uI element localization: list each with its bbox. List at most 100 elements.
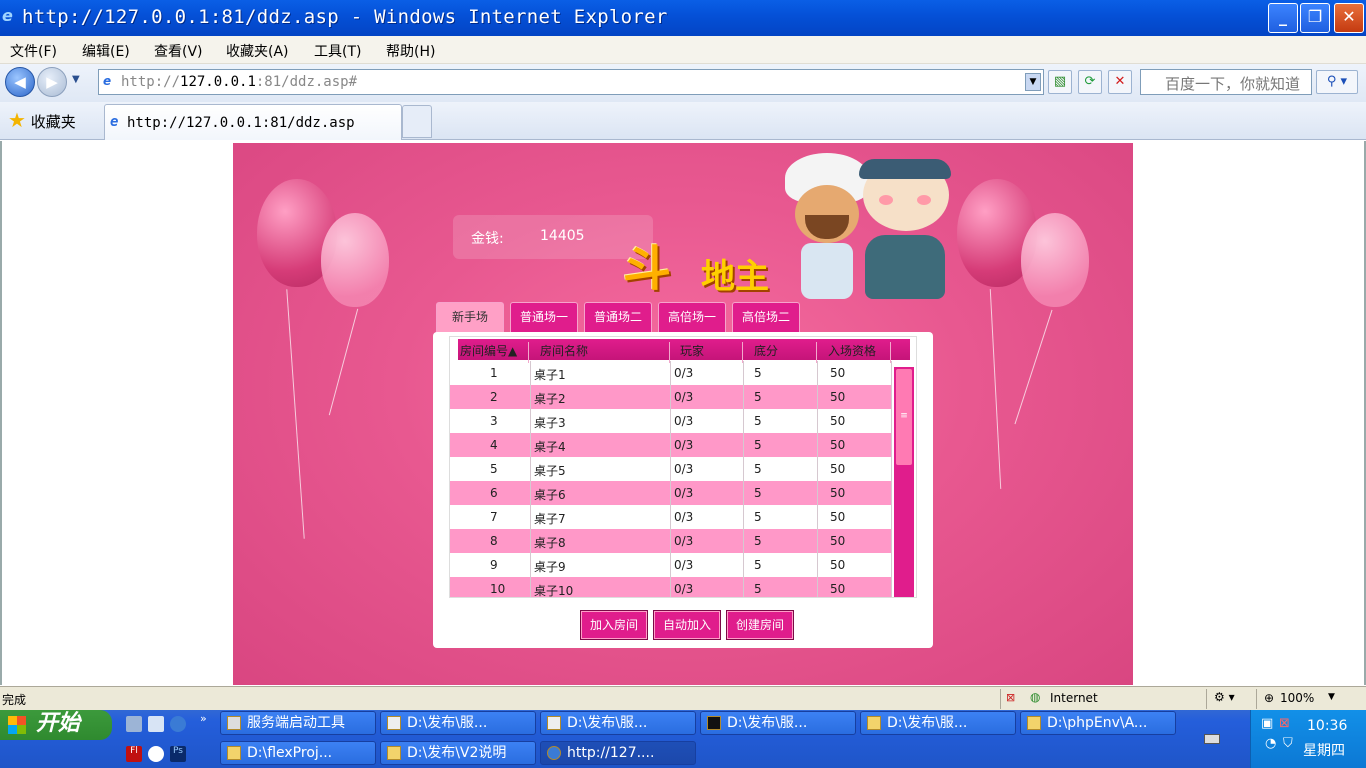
maximize-button[interactable]: ❐ xyxy=(1300,3,1330,33)
table-row[interactable]: 5 桌子5 0/3 5 50 xyxy=(450,457,892,481)
protected-mode-icon[interactable]: ⚙ ▾ xyxy=(1214,690,1235,704)
table-cell: 0/3 xyxy=(674,534,694,548)
forward-button[interactable]: ▶ xyxy=(37,67,67,97)
menu-favorites[interactable]: 收藏夹(A) xyxy=(226,41,289,61)
table-row[interactable]: 8 桌子8 0/3 5 50 xyxy=(450,529,892,553)
col-room-id[interactable]: 房间编号▲ xyxy=(460,342,517,359)
network-alert-icon[interactable]: ⊠ xyxy=(1279,716,1290,731)
tab-title: http://127.0.0.1:81/ddz.asp xyxy=(127,115,355,131)
start-label: 开始 xyxy=(36,711,81,736)
search-input[interactable]: 百度一下，你就知道 xyxy=(1140,69,1312,95)
app-icon[interactable] xyxy=(148,746,164,762)
taskbar-item[interactable]: D:\发布\服... xyxy=(700,711,856,735)
photoshop-icon[interactable]: Ps xyxy=(170,746,186,762)
table-row[interactable]: 4 桌子4 0/3 5 50 xyxy=(450,433,892,457)
table-cell: 桌子2 xyxy=(534,392,566,406)
table-cell: 桌子5 xyxy=(534,464,566,478)
blocked-icon[interactable]: ⊠ xyxy=(1006,691,1015,704)
tab-normal-2[interactable]: 普通场二 xyxy=(584,302,652,332)
table-row[interactable]: 3 桌子3 0/3 5 50 xyxy=(450,409,892,433)
stop-icon[interactable]: ✕ xyxy=(1108,70,1132,94)
money-value: 14405 xyxy=(540,228,585,244)
balloon-string xyxy=(328,308,359,416)
refresh-icon[interactable]: ⟳ xyxy=(1078,70,1102,94)
keyboard-icon[interactable] xyxy=(1204,734,1220,744)
tab-high-1[interactable]: 高倍场一 xyxy=(658,302,726,332)
create-room-button[interactable]: 创建房间 xyxy=(726,610,794,640)
globe-icon: ◍ xyxy=(1030,690,1041,704)
desktop-quicklaunch-icon[interactable] xyxy=(126,716,142,732)
taskbar-item[interactable]: D:\phpEnv\A... xyxy=(1020,711,1176,735)
menu-file[interactable]: 文件(F) xyxy=(10,41,57,61)
menu-tools[interactable]: 工具(T) xyxy=(314,41,361,61)
taskbar-item[interactable]: D:\发布\服... xyxy=(860,711,1016,735)
ie-icon: e xyxy=(2,6,13,25)
join-room-button[interactable]: 加入房间 xyxy=(580,610,648,640)
menu-view[interactable]: 查看(V) xyxy=(154,41,203,61)
table-cell: 桌子9 xyxy=(534,560,566,574)
table-row[interactable]: 1 桌子1 0/3 5 50 xyxy=(450,361,892,385)
window-titlebar[interactable]: e http://127.0.0.1:81/ddz.asp - Windows … xyxy=(0,0,1366,36)
table-row[interactable]: 9 桌子9 0/3 5 50 xyxy=(450,553,892,577)
minimize-button[interactable]: _ xyxy=(1268,3,1298,33)
table-cell: 桌子7 xyxy=(534,512,566,526)
table-cell: 0/3 xyxy=(674,510,694,524)
compat-view-icon[interactable]: ▧ xyxy=(1048,70,1072,94)
taskbar-item[interactable]: D:\flexProj... xyxy=(220,741,376,765)
table-cell: 50 xyxy=(830,510,846,524)
taskbar-item-active[interactable]: http://127.... xyxy=(540,741,696,765)
volume-icon[interactable]: ◔ xyxy=(1265,736,1276,751)
table-cell: 5 xyxy=(490,462,498,476)
taskbar-item[interactable]: 服务端启动工具 xyxy=(220,711,376,735)
star-icon: ★ xyxy=(8,108,26,132)
tab-high-2[interactable]: 高倍场二 xyxy=(732,302,800,332)
auto-join-button[interactable]: 自动加入 xyxy=(653,610,721,640)
zoom-icon[interactable]: ⊕ xyxy=(1264,691,1274,705)
start-button[interactable]: 开始 xyxy=(0,710,112,740)
taskbar-item[interactable]: D:\发布\服... xyxy=(540,711,696,735)
table-row[interactable]: 10 桌子10 0/3 5 50 xyxy=(450,577,892,597)
ie-quicklaunch-icon[interactable] xyxy=(170,716,186,732)
zone-text: Internet xyxy=(1050,691,1098,705)
menu-edit[interactable]: 编辑(E) xyxy=(82,41,130,61)
quicklaunch-icon[interactable] xyxy=(148,716,164,732)
flash-icon[interactable]: Fl xyxy=(126,746,142,762)
game-logo: 斗 地主 xyxy=(623,211,793,301)
address-toolbar: ◀ ▶ ▼ e http://127.0.0.1:81/ddz.asp# ▼ ▧… xyxy=(0,64,1366,102)
new-tab-button[interactable] xyxy=(402,105,432,138)
taskbar-item[interactable]: D:\发布\服... xyxy=(380,711,536,735)
zoom-dropdown-icon[interactable]: ▼ xyxy=(1328,692,1335,702)
taskbar-item[interactable]: D:\发布\V2说明 xyxy=(380,741,536,765)
tab-normal-1[interactable]: 普通场一 xyxy=(510,302,578,332)
network-icon[interactable]: ▣ xyxy=(1261,716,1273,731)
zoom-level[interactable]: 100% xyxy=(1280,691,1314,705)
browser-tab[interactable]: e http://127.0.0.1:81/ddz.asp xyxy=(104,104,402,140)
clock-time[interactable]: 10:36 xyxy=(1307,718,1347,734)
table-row[interactable]: 2 桌子2 0/3 5 50 xyxy=(450,385,892,409)
grid-scrollbar[interactable]: ≡ xyxy=(894,367,914,597)
back-button[interactable]: ◀ xyxy=(5,67,35,97)
col-room-name[interactable]: 房间名称 xyxy=(540,342,588,359)
character-right xyxy=(855,151,955,303)
col-entry-req[interactable]: 入场资格 xyxy=(828,342,876,359)
close-button[interactable]: ✕ xyxy=(1334,3,1364,33)
search-icon[interactable]: ⚲ ▾ xyxy=(1316,70,1358,94)
system-tray: ▣ ⊠ ◔ ⛉ 10:36 星期四 xyxy=(1250,710,1366,768)
address-field[interactable]: e http://127.0.0.1:81/ddz.asp# ▼ xyxy=(98,69,1044,95)
address-dropdown-icon[interactable]: ▼ xyxy=(1025,73,1041,91)
favorites-button[interactable]: ★ 收藏夹 xyxy=(8,108,76,132)
table-cell: 50 xyxy=(830,414,846,428)
col-base-score[interactable]: 底分 xyxy=(754,342,778,359)
history-dropdown-icon[interactable]: ▼ xyxy=(72,74,80,85)
table-cell: 0/3 xyxy=(674,390,694,404)
menu-help[interactable]: 帮助(H) xyxy=(386,41,435,61)
col-players[interactable]: 玩家 xyxy=(680,342,704,359)
table-row[interactable]: 6 桌子6 0/3 5 50 xyxy=(450,481,892,505)
scrollbar-thumb[interactable]: ≡ xyxy=(896,369,912,465)
security-shield-icon[interactable]: ⛉ xyxy=(1283,736,1293,751)
quicklaunch-more-icon[interactable]: » xyxy=(200,712,207,725)
status-text: 完成 xyxy=(2,693,27,707)
tab-novice[interactable]: 新手场 xyxy=(436,302,504,333)
table-row[interactable]: 7 桌子7 0/3 5 50 xyxy=(450,505,892,529)
table-cell: 3 xyxy=(490,414,498,428)
